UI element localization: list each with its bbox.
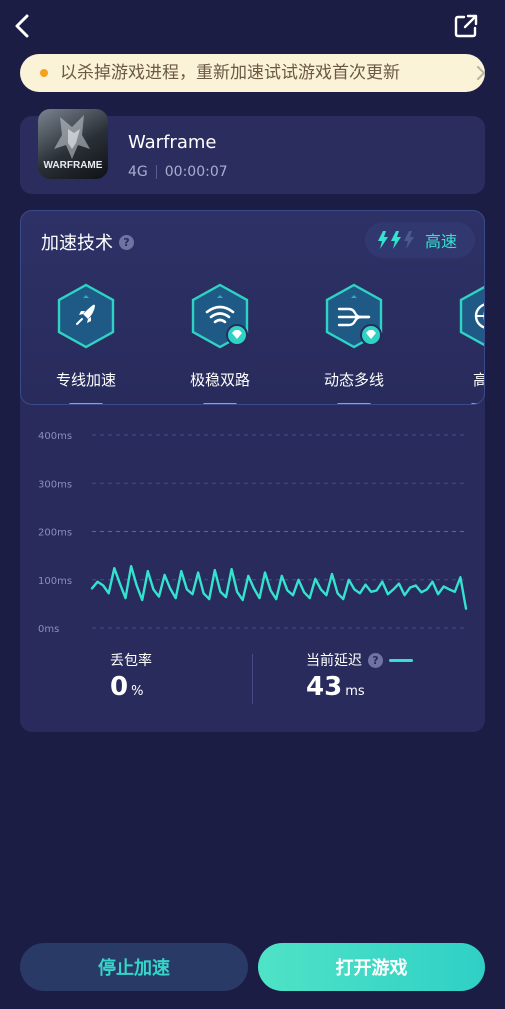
elapsed-time: 00:00:07 <box>164 164 228 180</box>
rocket-icon <box>57 283 115 349</box>
notice-dot-icon <box>40 69 48 77</box>
feature-label: 动态多线 <box>323 371 384 389</box>
feature-label: 极稳双路 <box>189 371 250 389</box>
game-name: Warframe <box>128 132 217 153</box>
feature-underline <box>69 403 103 404</box>
open-game-button[interactable]: 打开游戏 <box>258 943 485 991</box>
back-button[interactable] <box>8 10 36 42</box>
stats-row: 丢包率 0% 当前延迟 ? 43 ms <box>20 650 485 712</box>
latency-series-line <box>90 565 468 610</box>
chevron-left-icon <box>15 14 29 38</box>
network-type: 4G <box>128 164 148 180</box>
speed-label: 高速 <box>425 232 458 251</box>
y-tick-label: 100ms <box>38 576 72 587</box>
feature-underline <box>203 403 237 404</box>
multiline-icon <box>325 283 383 349</box>
feature-label: 高速 <box>435 369 484 390</box>
game-card: WARFRAME Warframe 4G 00:00:07 <box>20 109 485 194</box>
game-meta: 4G 00:00:07 <box>128 164 228 180</box>
lightning-icon <box>378 231 414 249</box>
feature-dual-path[interactable]: 极稳双路 <box>167 283 267 404</box>
latency-label-row: 当前延迟 ? <box>306 650 413 670</box>
feature-dedicated-line[interactable]: 专线加速 <box>33 283 133 404</box>
latency-legend-line <box>389 658 413 662</box>
latency-value: 43 ms <box>306 672 413 702</box>
latency-label: 当前延迟 <box>306 653 362 669</box>
wifi-icon <box>191 283 249 349</box>
packet-loss-value: 0% <box>110 672 152 702</box>
y-tick-label: 300ms <box>38 479 72 490</box>
feature-high-speed[interactable]: 高速 <box>435 283 484 404</box>
meta-divider <box>155 165 157 179</box>
acceleration-card: 加速技术 ? 高速 专线加速 极稳双路 动态多线 400ms 300ms 200… <box>20 210 485 732</box>
stop-acceleration-button[interactable]: 停止加速 <box>20 943 248 991</box>
y-tick-label: 200ms <box>38 528 72 539</box>
latency-stat: 当前延迟 ? 43 ms <box>306 650 413 702</box>
chart-tick-labels: 400ms 300ms 200ms 100ms 0ms <box>38 431 72 635</box>
packet-loss-stat: 丢包率 0% <box>110 650 152 702</box>
globe-icon <box>459 285 484 347</box>
y-tick-label: 0ms <box>38 624 59 635</box>
latency-unit: ms <box>345 684 365 699</box>
packet-loss-number: 0 <box>110 672 129 702</box>
feature-label: 专线加速 <box>55 371 116 389</box>
accelerator-page: 以杀掉游戏进程，重新加速试试游戏首次更新 WARFRAME Warframe 4… <box>0 0 505 1009</box>
notice-text: 以杀掉游戏进程，重新加速试试游戏首次更新 <box>60 63 400 83</box>
stats-divider <box>252 654 253 704</box>
notice-banner: 以杀掉游戏进程，重新加速试试游戏首次更新 <box>20 54 485 92</box>
chart-grid <box>92 434 466 629</box>
game-icon-label: WARFRAME <box>43 160 103 171</box>
question-icon[interactable]: ? <box>368 652 383 668</box>
external-link-icon <box>454 14 478 38</box>
packet-loss-unit: % <box>131 684 144 699</box>
y-tick-label: 400ms <box>38 431 72 442</box>
packet-loss-label: 丢包率 <box>110 653 152 669</box>
tech-panel: 加速技术 ? 高速 专线加速 极稳双路 动态多线 <box>20 210 485 405</box>
feature-list: 专线加速 极稳双路 动态多线 <box>21 283 484 404</box>
feature-underline <box>337 403 371 404</box>
speed-badge[interactable]: 高速 <box>365 222 475 258</box>
notice-close-button[interactable] <box>474 63 485 83</box>
tech-title-text: 加速技术 <box>41 233 113 254</box>
latency-chart: 400ms 300ms 200ms 100ms 0ms <box>38 431 468 635</box>
game-icon: WARFRAME <box>38 109 108 179</box>
question-icon[interactable]: ? <box>119 234 134 250</box>
tech-title: 加速技术 ? <box>41 229 134 255</box>
close-icon <box>477 66 485 80</box>
share-button[interactable] <box>450 10 482 42</box>
top-bar <box>0 0 505 54</box>
feature-dynamic-multiline[interactable]: 动态多线 <box>301 283 401 404</box>
latency-number: 43 <box>306 672 343 702</box>
feature-underline <box>471 403 484 404</box>
